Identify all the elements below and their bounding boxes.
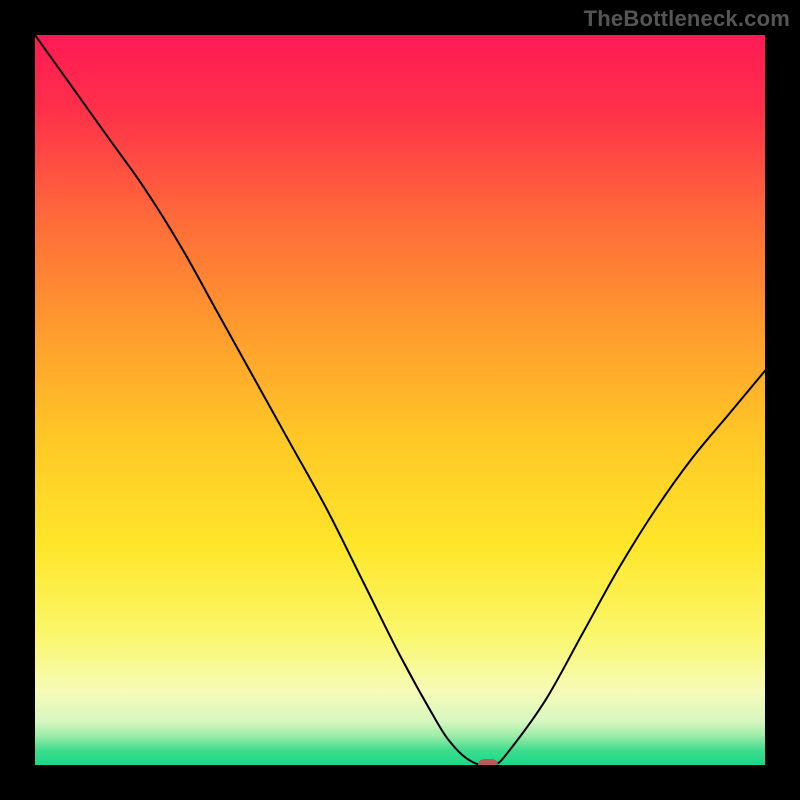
minimum-marker [478, 759, 498, 765]
plot-area [35, 35, 765, 765]
chart-frame: TheBottleneck.com [0, 0, 800, 800]
bottleneck-curve [35, 35, 765, 765]
watermark-text: TheBottleneck.com [584, 6, 790, 32]
